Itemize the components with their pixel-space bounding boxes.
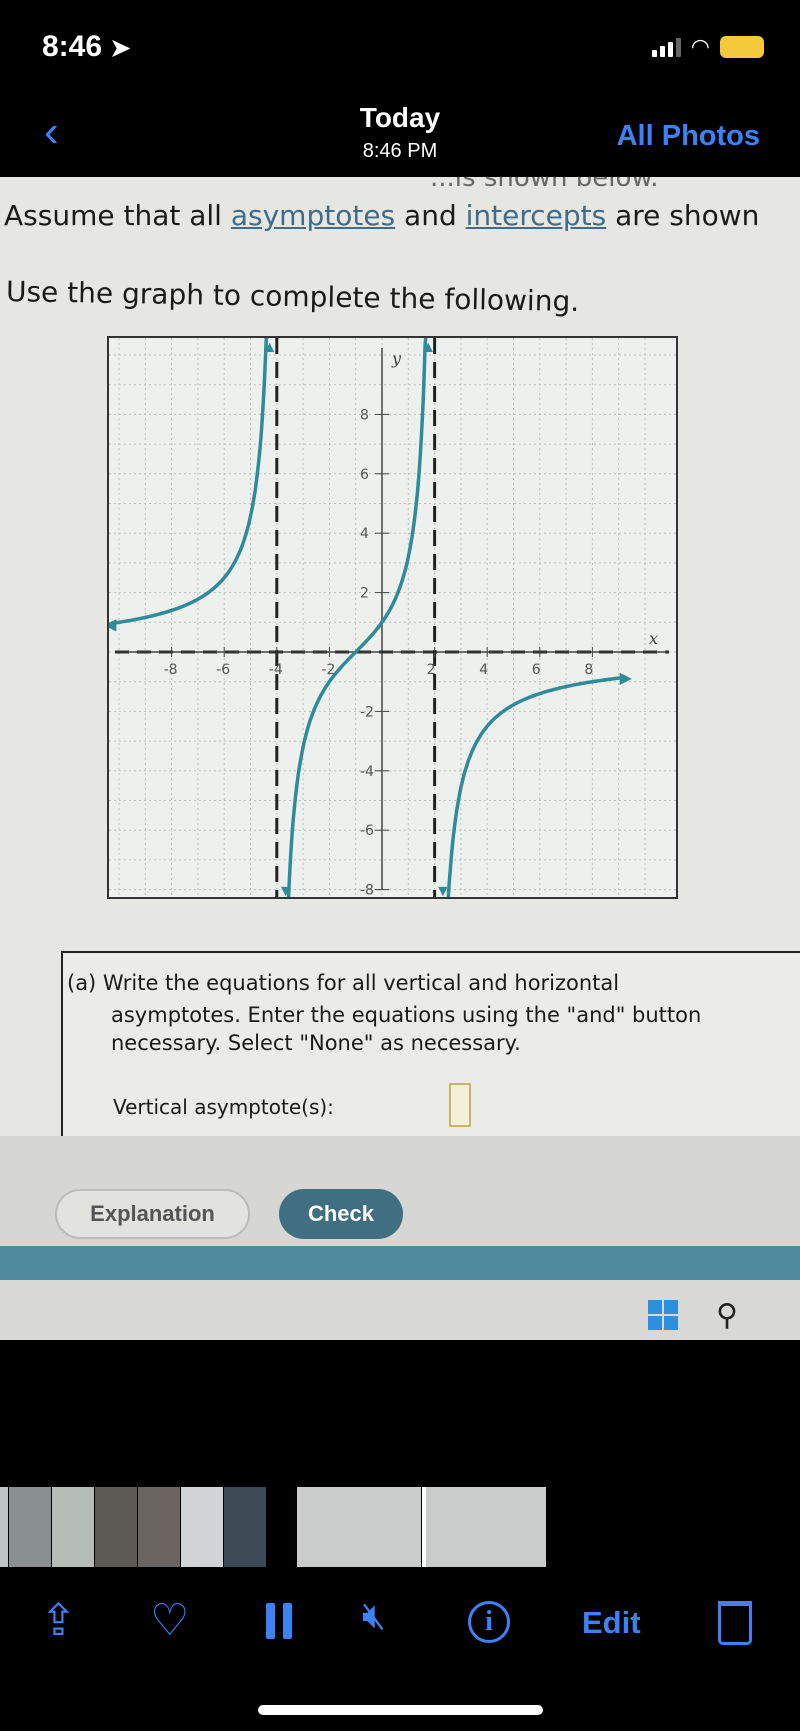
thumbnail[interactable] bbox=[9, 1487, 51, 1567]
x-tick-label: 6 bbox=[532, 662, 541, 678]
curve-arrow-icon: ▼ bbox=[278, 883, 294, 897]
y-tick-label: -6 bbox=[360, 823, 374, 839]
curve-arrow-icon: ◀ bbox=[109, 616, 117, 633]
edit-button[interactable]: Edit bbox=[582, 1605, 641, 1641]
y-tick-label: -8 bbox=[360, 883, 374, 897]
x-tick-label: 4 bbox=[479, 662, 488, 678]
thumbnail[interactable] bbox=[95, 1487, 137, 1567]
windows-start-icon bbox=[648, 1300, 678, 1330]
photo-viewer: ...is shown below. Assume that all asymp… bbox=[0, 177, 800, 1340]
thumbnail[interactable] bbox=[224, 1487, 266, 1567]
part-a-line-1: (a) Write the equations for all vertical… bbox=[67, 971, 620, 995]
curve-arrow-icon: ▶ bbox=[620, 670, 633, 687]
location-arrow-icon: ➤ bbox=[110, 35, 131, 62]
curve-arrow-icon: ▲ bbox=[420, 339, 436, 356]
curve-arrow-icon: ▼ bbox=[435, 883, 451, 897]
info-icon[interactable]: i bbox=[468, 1601, 510, 1643]
status-icons: ◠ bbox=[651, 34, 764, 60]
y-tick-label: 2 bbox=[360, 586, 369, 602]
thumbnail[interactable] bbox=[138, 1487, 180, 1567]
explanation-button[interactable]: Explanation bbox=[55, 1189, 250, 1239]
y-tick-label: -4 bbox=[360, 764, 374, 780]
instruction-line-2: Use the graph to complete the following. bbox=[5, 275, 580, 319]
share-icon[interactable]: ⇪ bbox=[40, 1595, 77, 1646]
instruction-line-1: Assume that all asymptotes and intercept… bbox=[4, 199, 760, 232]
part-a-line-3: necessary. Select "None" as necessary. bbox=[111, 1031, 521, 1055]
vertical-asymptote-input[interactable] bbox=[449, 1083, 471, 1127]
home-indicator bbox=[258, 1705, 543, 1715]
all-photos-button[interactable]: All Photos bbox=[617, 120, 760, 153]
thumbnail[interactable] bbox=[52, 1487, 94, 1567]
x-tick-label: -4 bbox=[269, 662, 283, 678]
photo-toolbar: ⇪ ♡ 🔇︎ i Edit bbox=[0, 1595, 800, 1655]
x-axis-label: x bbox=[649, 629, 658, 648]
intercepts-link[interactable]: intercepts bbox=[466, 199, 607, 232]
cut-off-text: ...is shown below. bbox=[430, 177, 659, 193]
asymptotes-link[interactable]: asymptotes bbox=[231, 199, 395, 232]
search-icon: ⚲ bbox=[716, 1299, 738, 1332]
battery-charging-icon bbox=[720, 36, 764, 58]
cellular-signal-icon bbox=[651, 37, 681, 57]
trash-icon[interactable] bbox=[718, 1601, 752, 1645]
pause-icon[interactable] bbox=[266, 1603, 292, 1639]
y-axis-label: y bbox=[391, 349, 402, 368]
speaker-muted-icon[interactable]: 🔇︎ bbox=[362, 1595, 386, 1638]
teal-footer-bar bbox=[0, 1246, 800, 1280]
y-tick-label: 8 bbox=[360, 407, 369, 423]
x-tick-label: -6 bbox=[216, 662, 230, 678]
x-tick-label: 2 bbox=[427, 662, 436, 678]
y-tick-label: 6 bbox=[360, 467, 369, 483]
y-tick-label: 4 bbox=[360, 526, 369, 542]
check-button[interactable]: Check bbox=[279, 1189, 403, 1239]
thumbnail[interactable] bbox=[181, 1487, 223, 1567]
current-thumbnail[interactable] bbox=[422, 1487, 546, 1567]
thumbnail-strip[interactable] bbox=[0, 1487, 547, 1567]
thumbnail[interactable] bbox=[297, 1487, 421, 1567]
curve-branch-3 bbox=[442, 675, 627, 969]
heart-icon[interactable]: ♡ bbox=[150, 1595, 189, 1646]
x-tick-label: -8 bbox=[164, 662, 178, 678]
vertical-asymptote-label: Vertical asymptote(s): bbox=[113, 1095, 334, 1119]
thumbnail[interactable] bbox=[0, 1487, 8, 1567]
graph-svg: -8 -6 -4 -2 2 4 6 88642-2-4-6-8xy◀▲▼▲▼▶ bbox=[104, 335, 676, 969]
x-tick-label: 8 bbox=[584, 662, 593, 678]
wifi-icon: ◠ bbox=[690, 34, 710, 59]
curve-arrow-icon: ▲ bbox=[262, 339, 278, 356]
part-a-line-2: asymptotes. Enter the equations using th… bbox=[111, 1003, 702, 1027]
y-tick-label: -2 bbox=[360, 704, 374, 720]
status-time: 8:46 ➤ bbox=[42, 30, 131, 63]
taskbar: ⚲ bbox=[0, 1280, 800, 1340]
graph: -8 -6 -4 -2 2 4 6 8 8 6 4 2 -2 -4 -6 -8 x y ◀ ▲ ▼ ▲ ▼ ▶ bbox=[104, 335, 678, 969]
curve-branch-1 bbox=[110, 335, 269, 626]
